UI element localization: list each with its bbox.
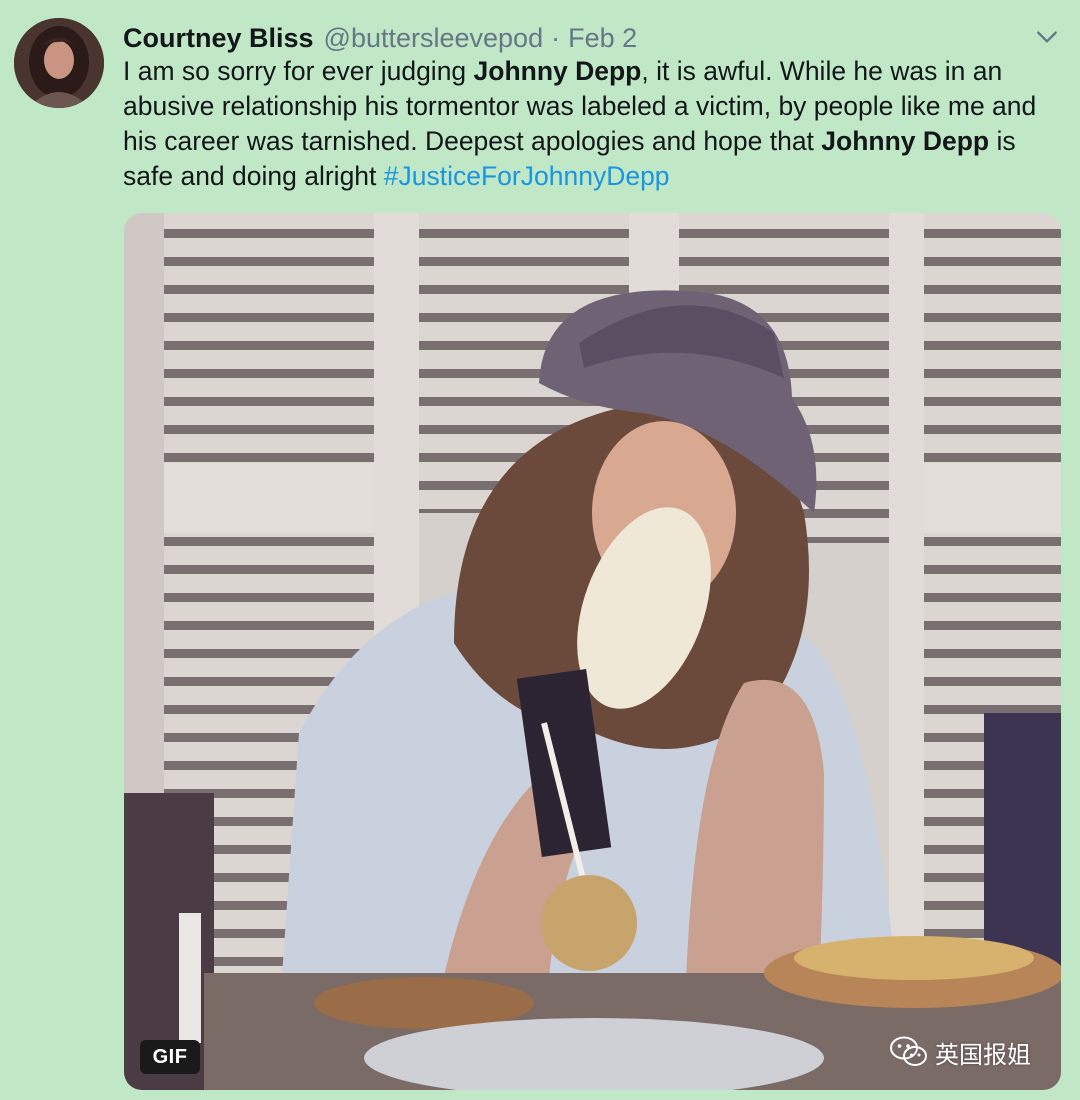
tweet-date[interactable]: Feb 2 <box>568 18 637 58</box>
watermark: 英国报姐 <box>889 1034 1031 1070</box>
separator-dot: · <box>551 23 561 53</box>
hashtag-link[interactable]: #JusticeForJohnnyDepp <box>384 161 670 191</box>
tweet-header: Courtney Bliss @buttersleevepod · Feb 2 <box>123 18 637 58</box>
mention-bold: Johnny Depp <box>473 56 642 86</box>
gif-media[interactable] <box>124 213 1061 1090</box>
wechat-icon <box>890 1036 927 1066</box>
tweet-text: I am so sorry for ever judging Johnny De… <box>123 54 1068 194</box>
user-handle[interactable]: @buttersleevepod <box>324 18 544 58</box>
mention-bold: Johnny Depp <box>821 126 990 156</box>
gif-frame <box>124 213 1061 1090</box>
avatar[interactable] <box>14 18 104 108</box>
chevron-down-icon[interactable] <box>1034 24 1060 50</box>
tweet-text-part: I am so sorry for ever judging <box>123 56 474 86</box>
watermark-text: 英国报姐 <box>935 1041 1031 1069</box>
display-name[interactable]: Courtney Bliss <box>123 18 314 58</box>
tweet-card: Courtney Bliss @buttersleevepod · Feb 2 … <box>0 0 1080 1100</box>
avatar-photo <box>14 18 104 108</box>
gif-badge: GIF <box>140 1040 200 1074</box>
